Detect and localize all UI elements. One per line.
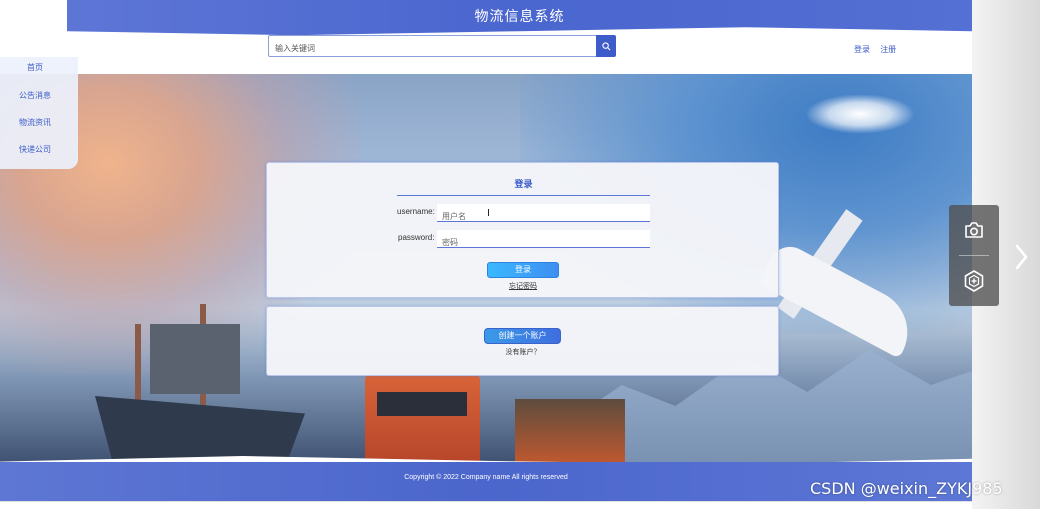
chevron-right-icon [1015, 244, 1028, 270]
sidebar-item-courier-companies[interactable]: 快递公司 [0, 144, 70, 155]
register-card: 创建一个账户 没有账户？ [266, 306, 779, 376]
hero-truck-window [377, 392, 467, 416]
search-input[interactable] [269, 38, 596, 59]
register-link[interactable]: 注册 [880, 45, 896, 54]
search-button[interactable] [596, 35, 616, 57]
login-button[interactable]: 登录 [487, 262, 559, 278]
username-field-wrap [437, 204, 650, 225]
hero-truck [365, 374, 480, 464]
hero-ship-cabin [150, 324, 240, 394]
sidebar-item-logistics-news[interactable]: 物流资讯 [0, 117, 70, 128]
sidebar-item-announcements[interactable]: 公告消息 [0, 90, 70, 101]
username-field[interactable] [437, 208, 650, 225]
next-button[interactable] [1010, 240, 1032, 274]
floating-toolbox [949, 205, 999, 306]
password-label: password: [398, 233, 435, 242]
hero-cloud [805, 94, 915, 134]
text-cursor-icon: I [487, 208, 490, 219]
csdn-watermark: CSDN @weixin_ZYKJ985 [810, 479, 1003, 498]
page: 物流信息系统 登录 注册 首页 公告消息 物流资讯 快递公司 [0, 0, 1040, 509]
screenshot-button[interactable] [949, 205, 999, 255]
password-field[interactable] [437, 234, 650, 251]
search-icon [601, 41, 610, 50]
bottom-strip [0, 501, 972, 509]
username-label: username: [397, 207, 435, 216]
search-box [268, 35, 596, 59]
login-title-divider [397, 195, 650, 196]
hexagon-plus-icon [964, 270, 984, 292]
login-link[interactable]: 登录 [854, 45, 870, 54]
login-title: 登录 [514, 180, 533, 190]
site-title: 物流信息系统 [474, 9, 565, 25]
sidebar: 首页 公告消息 物流资讯 快递公司 [0, 57, 78, 169]
create-account-button[interactable]: 创建一个账户 [484, 328, 561, 344]
enhance-button[interactable] [949, 256, 999, 306]
hero-second-truck [515, 399, 625, 464]
auth-links: 登录 注册 [854, 44, 904, 55]
forgot-password-link[interactable]: 忘记密码 [497, 281, 549, 291]
sidebar-item-home[interactable]: 首页 [0, 62, 70, 73]
password-field-wrap [437, 230, 650, 251]
camera-icon [965, 222, 983, 238]
login-card: 登录 username: I password: 登录 忘记密码 [266, 162, 779, 298]
no-account-link[interactable]: 没有账户？ [497, 347, 549, 357]
